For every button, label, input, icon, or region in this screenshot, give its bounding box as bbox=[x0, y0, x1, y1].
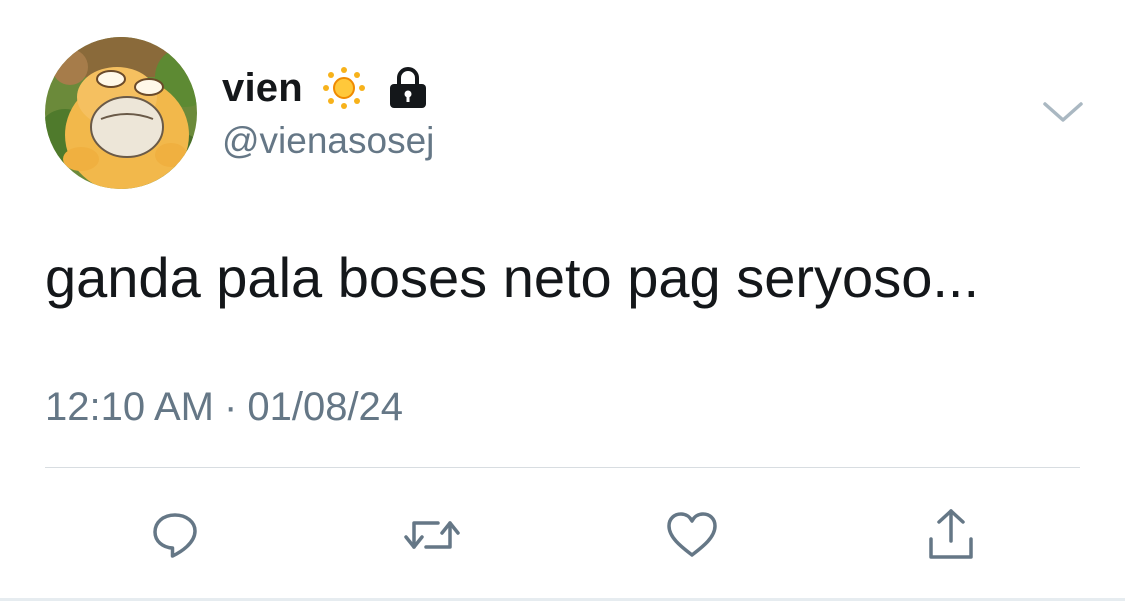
user-handle[interactable]: @vienasosej bbox=[222, 120, 434, 162]
retweet-button[interactable] bbox=[397, 500, 467, 570]
avatar-image bbox=[45, 37, 197, 189]
lock-icon bbox=[387, 66, 429, 110]
tweet-date: 01/08/24 bbox=[247, 385, 404, 429]
tweet-text: ganda pala boses neto pag seryoso... bbox=[45, 246, 980, 309]
share-button[interactable] bbox=[916, 500, 986, 570]
display-name[interactable]: vien bbox=[222, 66, 303, 111]
more-options-button[interactable] bbox=[1040, 98, 1086, 128]
name-row: vien bbox=[222, 62, 429, 114]
tweet-timestamp: 12:10 AM · 01/08/24 bbox=[45, 385, 403, 430]
share-icon bbox=[929, 509, 973, 559]
sun-emoji-icon bbox=[321, 65, 367, 111]
like-icon bbox=[667, 512, 717, 557]
meta-separator: · bbox=[224, 385, 238, 429]
retweet-icon bbox=[404, 521, 460, 549]
chevron-down-icon bbox=[1043, 102, 1083, 122]
reply-icon bbox=[153, 513, 197, 558]
tweet-card: vien @vienasosej ganda pala boses neto p… bbox=[0, 0, 1125, 601]
avatar[interactable] bbox=[45, 37, 197, 189]
divider bbox=[45, 467, 1080, 468]
tweet-time: 12:10 AM bbox=[45, 385, 215, 429]
like-button[interactable] bbox=[657, 500, 727, 570]
reply-button[interactable] bbox=[140, 500, 210, 570]
